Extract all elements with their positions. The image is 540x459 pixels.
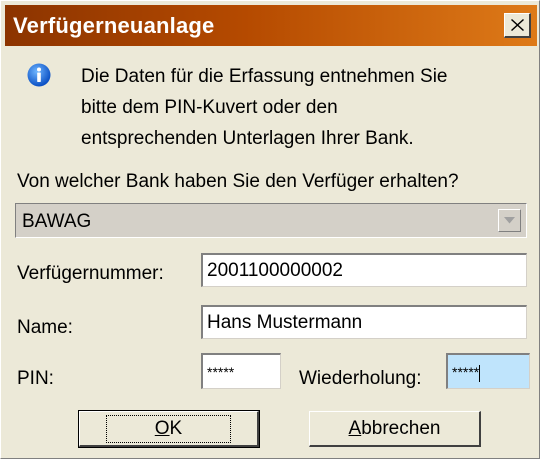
wiederholung-label: Wiederholung: bbox=[299, 368, 422, 389]
bank-question-label: Von welcher Bank haben Sie den Verfüger … bbox=[17, 171, 459, 192]
cancel-button[interactable]: Abbrechen bbox=[309, 411, 481, 447]
ok-button[interactable]: OK bbox=[78, 410, 260, 448]
pin-repeat-value: ***** bbox=[452, 364, 480, 380]
info-line: Die Daten für die Erfassung entnehmen Si… bbox=[81, 66, 448, 87]
cancel-mnemonic: A bbox=[348, 417, 362, 439]
title-bar[interactable]: Verfügerneuanlage bbox=[5, 5, 537, 46]
close-icon bbox=[510, 19, 524, 31]
bank-select[interactable]: BAWAG bbox=[15, 203, 527, 238]
info-line: entsprechenden Unterlagen Ihrer Bank. bbox=[81, 128, 414, 149]
pin-label: PIN: bbox=[17, 368, 54, 389]
bank-select-value: BAWAG bbox=[22, 211, 92, 232]
cancel-label-rest: bbrechen bbox=[361, 417, 441, 439]
verfuegernummer-label: Verfügernummer: bbox=[17, 263, 164, 284]
close-button[interactable] bbox=[504, 13, 531, 38]
verfuegernummer-input[interactable]: 2001100000002 bbox=[201, 253, 527, 287]
info-icon bbox=[27, 63, 51, 87]
chevron-down-icon bbox=[504, 217, 515, 224]
dropdown-button[interactable] bbox=[498, 209, 521, 232]
ok-label-rest: K bbox=[169, 417, 183, 439]
cancel-button-label: Abbrechen bbox=[349, 418, 441, 440]
pin-repeat-input[interactable]: ***** bbox=[446, 353, 530, 389]
ok-mnemonic: O bbox=[154, 417, 170, 439]
info-message: Die Daten für die Erfassung entnehmen Si… bbox=[81, 61, 521, 154]
window-title: Verfügerneuanlage bbox=[13, 13, 215, 38]
pin-input[interactable]: ***** bbox=[201, 353, 281, 389]
ok-button-label: OK bbox=[105, 414, 232, 443]
text-caret bbox=[479, 364, 481, 382]
info-line: bitte dem PIN-Kuvert oder den bbox=[81, 97, 338, 118]
dialog-window: Verfügerneuanlage Die Daten für die Erfa… bbox=[0, 0, 540, 459]
name-label: Name: bbox=[17, 317, 73, 338]
name-input[interactable]: Hans Mustermann bbox=[201, 305, 527, 339]
